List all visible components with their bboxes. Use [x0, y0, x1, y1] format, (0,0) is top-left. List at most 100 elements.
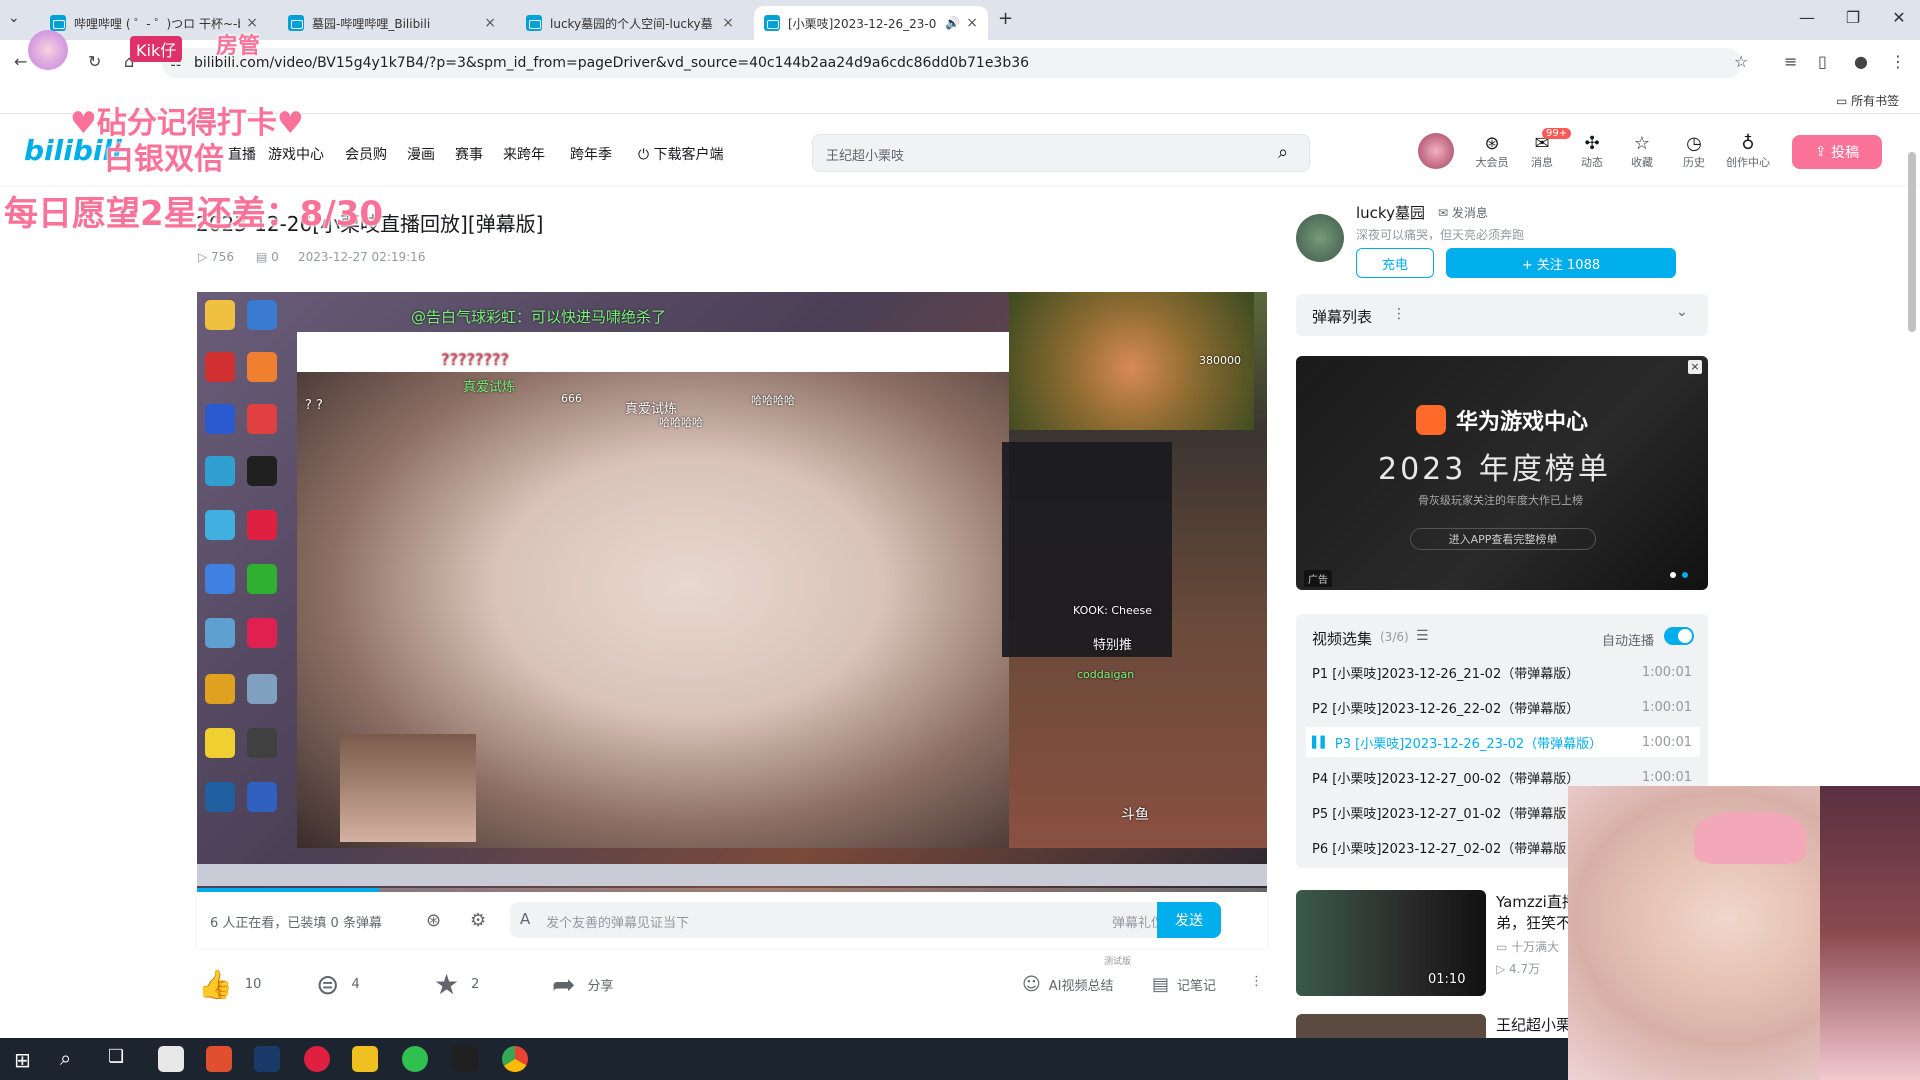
fav-count: 2 [471, 977, 480, 992]
more-icon[interactable]: ⋮ [1250, 974, 1263, 989]
recommend-title[interactable]: Yamzzi直播 弟，狂笑不 [1496, 892, 1577, 934]
list-view-icon[interactable]: ☰ [1416, 628, 1429, 644]
share-button[interactable]: ➦ 分享 [552, 968, 613, 1001]
close-icon[interactable]: × [1688, 360, 1702, 374]
header-history[interactable]: ◷ 历史 [1674, 134, 1714, 170]
tab-label: 墓园-哔哩哔哩_Bilibili [312, 16, 431, 31]
ad-cta-button[interactable]: 进入APP查看完整榜单 [1410, 528, 1596, 550]
close-icon[interactable]: × [966, 15, 978, 31]
font-style-icon[interactable]: A [520, 910, 530, 928]
header-message[interactable]: ✉ 消息 [1522, 134, 1562, 170]
speaker-icon[interactable]: 🔊 [945, 16, 960, 30]
tab-muyuan[interactable]: 墓园-哔哩哔哩_Bilibili × [278, 6, 506, 40]
nav-new-year[interactable]: 来跨年 [503, 144, 545, 164]
share-label: 分享 [587, 979, 614, 994]
avatar[interactable] [1418, 133, 1454, 169]
bulb-icon: ♁ [1741, 133, 1755, 154]
nav-esports[interactable]: 赛事 [455, 144, 483, 164]
dynamic-icon: ✣ [1584, 133, 1600, 154]
nav-download[interactable]: ⏻ 下载客户端 [638, 144, 724, 164]
chevron-down-icon[interactable]: ⌄ [1676, 304, 1688, 320]
up-icon: ▭ [1496, 940, 1512, 954]
app-icon[interactable] [452, 1046, 478, 1072]
windows-start-icon[interactable]: ⊞ [14, 1048, 31, 1072]
playlist-item-current[interactable]: ▌▌ P3 [小栗吱]2023-12-26_23-02（带弹幕版） 1:00:01 [1306, 727, 1700, 757]
wechat-icon[interactable] [402, 1046, 428, 1072]
app-icon[interactable] [206, 1046, 232, 1072]
recommend-uploader[interactable]: ▭ 十万满大 [1496, 938, 1559, 955]
restore-icon[interactable]: ❐ [1838, 8, 1868, 27]
stream-chat [1002, 442, 1172, 657]
new-tab-icon[interactable]: + [998, 8, 1013, 29]
search-input[interactable]: 王纪超小栗吱 [826, 145, 904, 164]
watching-count: 6 人正在看，已装填 0 条弹幕 [210, 916, 382, 931]
header-creator[interactable]: ♁ 创作中心 [1720, 134, 1776, 170]
favorite-button[interactable]: ★ 2 [434, 968, 479, 1001]
uploader-name[interactable]: lucky墓园 [1356, 202, 1425, 223]
tab-space[interactable]: lucky墓园的个人空间-lucky墓 × [516, 6, 744, 40]
send-button[interactable]: 发送 [1157, 902, 1221, 938]
send-message-link[interactable]: ✉ 发消息 [1438, 204, 1488, 221]
minimize-icon[interactable]: — [1792, 8, 1822, 27]
app-icon[interactable] [158, 1046, 184, 1072]
profile-icon[interactable]: ● [1854, 52, 1868, 71]
header-dynamic[interactable]: ✣ 动态 [1572, 134, 1612, 170]
notes-button[interactable]: ▤ 记笔记 [1152, 974, 1216, 995]
nav-vip-shop[interactable]: 会员购 [345, 144, 387, 164]
playlist-item-duration: 1:00:01 [1641, 734, 1692, 750]
tab-search-icon[interactable]: ⌄ [8, 10, 20, 26]
window-close-icon[interactable]: ✕ [1884, 8, 1914, 27]
nav-manga[interactable]: 漫画 [407, 144, 435, 164]
steam-icon[interactable] [254, 1046, 280, 1072]
recommend-thumbnail[interactable] [1296, 1014, 1486, 1038]
nav-new-year-season[interactable]: 跨年季 [570, 144, 612, 164]
search-icon[interactable]: ⌕ [1278, 142, 1288, 163]
media-icon[interactable]: ≡ [1784, 52, 1797, 71]
nav-live[interactable]: 直播 [228, 144, 256, 164]
bookmark-star-icon[interactable]: ☆ [1734, 52, 1748, 71]
url-text[interactable]: bilibili.com/video/BV15g4y1k7B4/?p=3&spm… [194, 55, 1029, 71]
close-icon[interactable]: × [484, 15, 496, 31]
ad-brand: 华为游戏中心 [1456, 410, 1589, 435]
header-favorites[interactable]: ☆ 收藏 [1622, 134, 1662, 170]
carousel-dot[interactable] [1682, 572, 1688, 578]
back-icon[interactable]: ← [14, 52, 27, 71]
coin-button[interactable]: ⊜ 4 [316, 968, 360, 1001]
follow-button[interactable]: + 关注 1088 [1446, 248, 1676, 278]
header-vip[interactable]: ⊛ 大会员 [1472, 134, 1512, 170]
chrome-icon[interactable] [502, 1046, 528, 1072]
netease-music-icon[interactable] [304, 1046, 330, 1072]
playlist-item[interactable]: P1 [小栗吱]2023-12-26_21-02（带弹幕版） 1:00:01 [1306, 657, 1700, 687]
taskbar-search-icon[interactable]: ⌕ [60, 1046, 71, 1070]
reload-icon[interactable]: ↻ [88, 52, 101, 71]
recommend-uploader-name: 十万满大 [1511, 940, 1560, 954]
danmaku-placeholder[interactable]: 发个友善的弹幕见证当下 [546, 912, 689, 931]
view-count-value: 756 [211, 250, 234, 264]
more-icon[interactable]: ⋮ [1392, 306, 1406, 322]
overlay-avatar [28, 30, 68, 70]
like-button[interactable]: 👍 10 [198, 968, 261, 1001]
header-vip-label: 大会员 [1475, 156, 1509, 169]
playlist-item-label: P6 [小栗吱]2023-12-27_02-02（带弹幕版 [1312, 841, 1567, 857]
sidepanel-icon[interactable]: ▯ [1818, 52, 1827, 71]
tab-video-active[interactable]: [小栗吱]2023-12-26_23-0 🔊 × [754, 6, 988, 40]
all-bookmarks[interactable]: ▭ 所有书签 [1836, 92, 1899, 109]
upload-button[interactable]: ⇪ 投稿 [1792, 135, 1882, 169]
nav-game-center[interactable]: 游戏中心 [268, 144, 324, 164]
task-view-icon[interactable]: ❏ [108, 1046, 124, 1067]
video-player[interactable]: @告白气球彩虹：可以快进马啸绝杀了 ???????? 真爱试炼 666 真爱试炼… [197, 292, 1267, 892]
page-scrollbar[interactable] [1908, 152, 1916, 332]
charge-button[interactable]: 充电 [1356, 248, 1434, 278]
uploader-avatar[interactable] [1296, 214, 1344, 262]
app-icon[interactable] [352, 1046, 378, 1072]
ai-summary-button[interactable]: ☺ AI视频总结 [1022, 974, 1114, 995]
close-icon[interactable]: × [722, 15, 734, 31]
danmaku-settings-icon[interactable]: ⚙ [470, 910, 486, 931]
autoplay-toggle[interactable] [1664, 627, 1694, 645]
recommend-title[interactable]: 王纪超小栗 [1496, 1014, 1571, 1035]
playlist-item[interactable]: P2 [小栗吱]2023-12-26_22-02（带弹幕版） 1:00:01 [1306, 692, 1700, 722]
danmaku-toggle-icon[interactable]: ⊛ [426, 910, 441, 931]
clock-icon: ◷ [1686, 133, 1702, 154]
menu-icon[interactable]: ⋮ [1890, 52, 1906, 71]
carousel-dot[interactable] [1670, 572, 1676, 578]
